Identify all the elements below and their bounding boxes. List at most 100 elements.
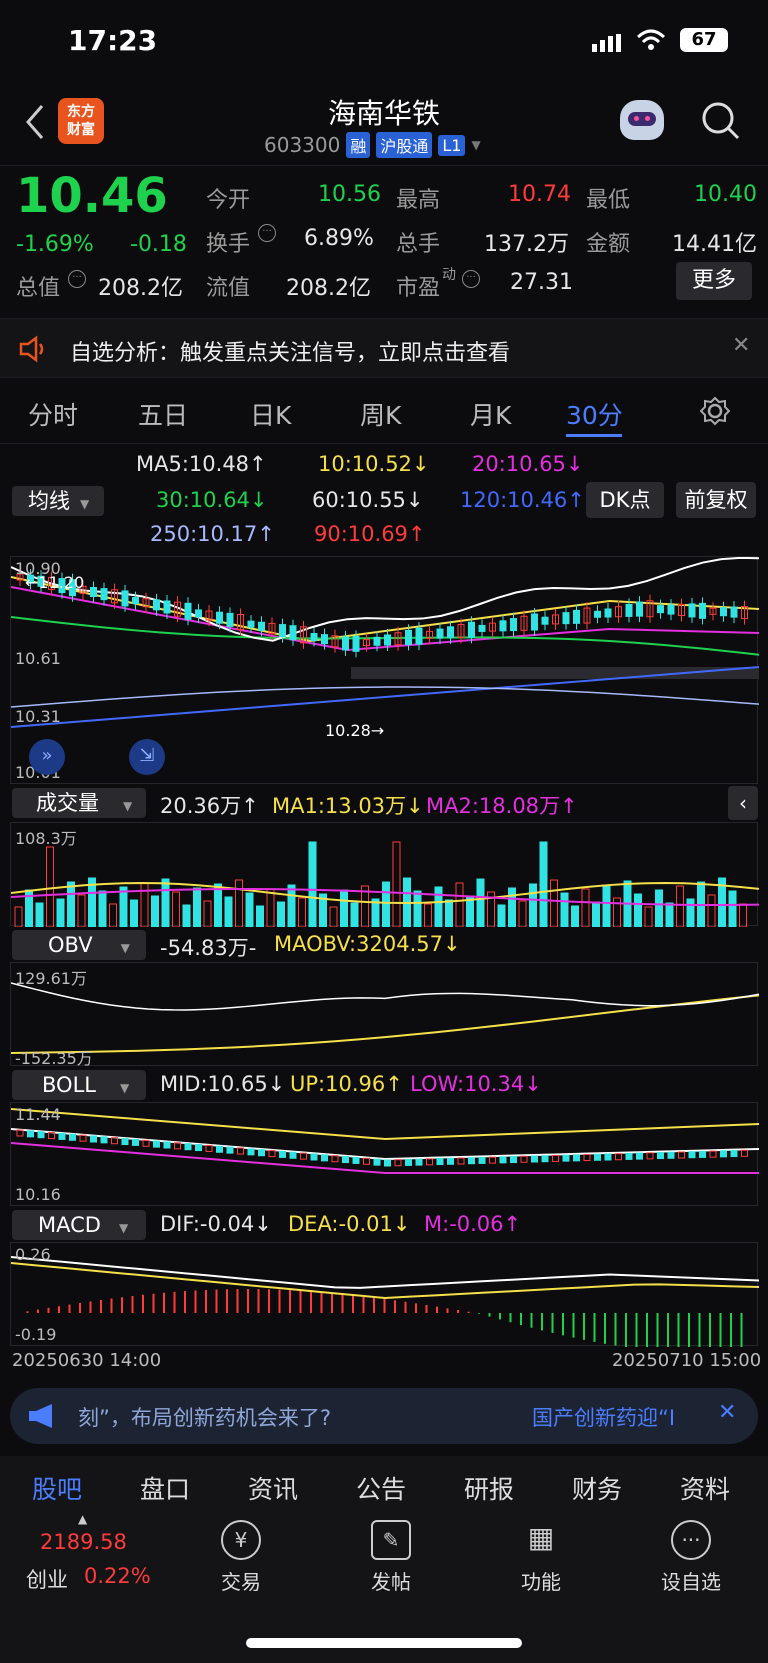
adjust-button[interactable]: 前复权 bbox=[676, 482, 756, 518]
settings-gear-icon[interactable] bbox=[699, 396, 731, 430]
close-icon[interactable]: ✕ bbox=[718, 1400, 736, 1425]
ma-selector-label: 均线 bbox=[28, 489, 70, 513]
volume-selector[interactable]: 成交量 ▼ bbox=[12, 788, 146, 818]
tab-weekly[interactable]: 周K bbox=[360, 396, 401, 432]
tab-guba[interactable]: 股吧 bbox=[32, 1470, 82, 1506]
volume-bar bbox=[67, 881, 75, 928]
candle bbox=[153, 599, 160, 611]
volume-bar bbox=[655, 889, 663, 928]
boll-selector[interactable]: BOLL ▼ bbox=[12, 1070, 146, 1100]
boll-candle bbox=[247, 1148, 255, 1156]
candle bbox=[604, 608, 612, 618]
tab-intraday[interactable]: 分时 bbox=[28, 396, 78, 432]
volume-bar bbox=[298, 897, 306, 928]
news-text-left: 刻”，布局创新药机会来了? bbox=[78, 1406, 332, 1430]
macd-dif: DIF:-0.04↓ bbox=[160, 1212, 272, 1236]
volume-bar bbox=[581, 888, 590, 928]
candle bbox=[510, 618, 517, 632]
boll-candle bbox=[90, 1135, 97, 1143]
open-label: 今开 bbox=[206, 188, 251, 213]
mcap-label: 总值 bbox=[16, 276, 61, 301]
volume-bar bbox=[413, 890, 422, 928]
kline-chart[interactable]: 10.90 ←11.20 10.61 10.31 10.01 10.28→ » … bbox=[10, 556, 760, 784]
boll-up-line bbox=[10, 1108, 760, 1141]
candle bbox=[184, 602, 192, 620]
volume-bar bbox=[665, 902, 674, 928]
tab-30min[interactable]: 30分 bbox=[566, 396, 623, 432]
ma90-value: 90:10.69↑ bbox=[314, 522, 426, 546]
volume-bar bbox=[592, 901, 600, 928]
tab-daily[interactable]: 日K bbox=[250, 396, 291, 432]
post-button[interactable]: ✎ 发帖 bbox=[346, 1520, 436, 1595]
alert-banner[interactable]: 自选分析：触发重点关注信号，立即点击查看 ✕ bbox=[0, 318, 768, 378]
boll-mid: MID:10.65↓ bbox=[160, 1072, 286, 1096]
more-button[interactable]: 更多 bbox=[676, 262, 752, 300]
candle bbox=[594, 610, 601, 618]
robot-assistant-icon[interactable] bbox=[620, 100, 664, 140]
tab-announce[interactable]: 公告 bbox=[356, 1470, 406, 1506]
boll-candle bbox=[405, 1158, 412, 1166]
volume-bar bbox=[193, 887, 201, 928]
obv-chart: 129.61万 -152.35万 bbox=[10, 962, 760, 1068]
boll-candle bbox=[646, 1152, 654, 1160]
candle bbox=[90, 587, 97, 597]
boll-candle bbox=[121, 1138, 129, 1146]
boll-candle bbox=[489, 1156, 496, 1164]
tab-news[interactable]: 资讯 bbox=[248, 1470, 298, 1506]
ma10-value: 10:10.52↓ bbox=[318, 452, 430, 476]
search-icon[interactable] bbox=[700, 100, 742, 146]
tab-research[interactable]: 研报 bbox=[464, 1470, 514, 1506]
index-value[interactable]: 2189.58 bbox=[40, 1530, 127, 1554]
kline-max-marker: ←11.20 bbox=[25, 573, 85, 592]
info-icon[interactable]: ··· bbox=[258, 224, 276, 242]
kline-min-marker: 10.28→ bbox=[325, 721, 385, 740]
news-ticker[interactable]: 刻”，布局创新药机会来了? 国产创新药迎“I ✕ bbox=[10, 1388, 758, 1444]
ma-selector[interactable]: 均线 ▼ bbox=[12, 486, 104, 516]
volume-bar bbox=[455, 882, 464, 928]
expand-left-icon[interactable]: » bbox=[29, 739, 65, 775]
info-icon[interactable]: ··· bbox=[68, 270, 86, 288]
tab-finance[interactable]: 财务 bbox=[572, 1470, 622, 1506]
candle bbox=[321, 634, 328, 645]
tab-monthly[interactable]: 月K bbox=[470, 396, 511, 432]
volume-bar bbox=[497, 904, 506, 928]
boll-candle bbox=[268, 1150, 276, 1158]
function-button[interactable]: ▦ 功能 bbox=[496, 1520, 586, 1595]
zoom-icon[interactable]: ⇲ bbox=[129, 739, 165, 775]
boll-candle bbox=[153, 1140, 160, 1148]
candle bbox=[667, 604, 675, 615]
volume-bar bbox=[644, 906, 653, 928]
tab-profile[interactable]: 资料 bbox=[680, 1470, 730, 1506]
candle bbox=[573, 609, 580, 624]
tab-5day[interactable]: 五日 bbox=[138, 396, 188, 432]
macd-selector[interactable]: MACD ▼ bbox=[12, 1210, 146, 1240]
obv-selector[interactable]: OBV ▼ bbox=[12, 930, 146, 960]
collapse-icon[interactable]: ‹ bbox=[728, 786, 758, 820]
pe-label: 市盈 bbox=[396, 276, 441, 301]
macd-dea: DEA:-0.01↓ bbox=[288, 1212, 411, 1236]
tab-pankou[interactable]: 盘口 bbox=[140, 1470, 190, 1506]
boll-candle bbox=[541, 1155, 549, 1163]
boll-candle bbox=[625, 1152, 633, 1160]
low-value: 10.40 bbox=[694, 182, 757, 207]
trade-button[interactable]: ¥ 交易 bbox=[196, 1520, 286, 1595]
candle bbox=[405, 629, 412, 645]
ma20-value: 20:10.65↓ bbox=[472, 452, 584, 476]
boll-candle bbox=[310, 1153, 318, 1161]
boll-candle bbox=[436, 1158, 444, 1166]
volume-bar bbox=[98, 890, 107, 928]
change-pct: -1.69% bbox=[16, 232, 94, 257]
boll-candle bbox=[457, 1157, 465, 1165]
pe-sup: 动 bbox=[442, 267, 456, 283]
boll-candle bbox=[636, 1152, 643, 1160]
add-watchlist-button[interactable]: ··· 设自选 bbox=[646, 1520, 736, 1595]
info-icon[interactable]: ··· bbox=[462, 270, 480, 288]
close-icon[interactable]: ✕ bbox=[732, 333, 750, 358]
turnover-label: 换手 bbox=[206, 232, 251, 257]
stock-subtitle[interactable]: 603300 融 沪股通 L1 ▼ bbox=[264, 132, 481, 158]
open-value: 10.56 bbox=[318, 182, 381, 207]
volume-bar bbox=[350, 902, 359, 928]
obv-selector-label: OBV bbox=[48, 933, 93, 957]
dk-button[interactable]: DK点 bbox=[586, 482, 664, 518]
chevron-down-icon: ▼ bbox=[471, 138, 481, 152]
